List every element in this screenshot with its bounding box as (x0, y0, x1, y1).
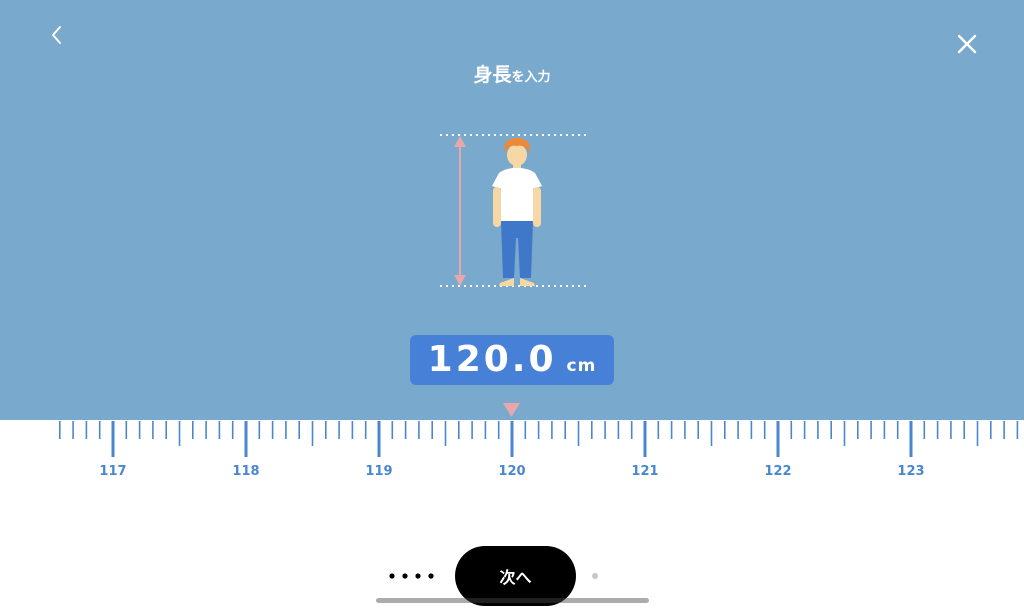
page-title-suffix: を入力 (511, 70, 551, 85)
header-area: 身長を入力 120.0 cm (0, 0, 1024, 420)
home-indicator[interactable] (376, 598, 649, 603)
ruler-tick-label: 122 (764, 464, 791, 479)
height-value: 120.0 (427, 339, 557, 380)
ruler-tick-label: 123 (897, 464, 924, 479)
ruler-tick-label: 120 (498, 464, 525, 479)
progress-dot (415, 573, 421, 579)
progress-dot (428, 573, 434, 579)
person-icon (492, 138, 542, 286)
height-arrow-icon (454, 136, 466, 286)
height-value-display: 120.0 cm (410, 335, 614, 385)
ruler-tick-label: 118 (232, 464, 259, 479)
progress-dot (389, 573, 395, 579)
close-button[interactable] (950, 27, 984, 61)
page-title: 身長を入力 (0, 62, 1024, 91)
ruler-tick-label: 119 (365, 464, 392, 479)
progress-dot (402, 573, 408, 579)
remaining-step-dot (592, 573, 598, 579)
back-button[interactable] (40, 18, 74, 52)
ruler-tick-label: 121 (631, 464, 658, 479)
ruler-tick-label: 117 (99, 464, 126, 479)
next-button[interactable]: 次へ (455, 546, 576, 606)
close-icon (957, 34, 977, 54)
height-unit: cm (566, 356, 597, 376)
step-progress-dots (389, 573, 434, 579)
height-ruler-slider[interactable]: 117 118 119 120 121 122 123 (0, 418, 1024, 480)
chevron-left-icon (52, 26, 61, 44)
height-illustration (440, 134, 586, 287)
ruler-pointer-icon (503, 403, 520, 417)
page-title-main: 身長 (473, 64, 512, 86)
